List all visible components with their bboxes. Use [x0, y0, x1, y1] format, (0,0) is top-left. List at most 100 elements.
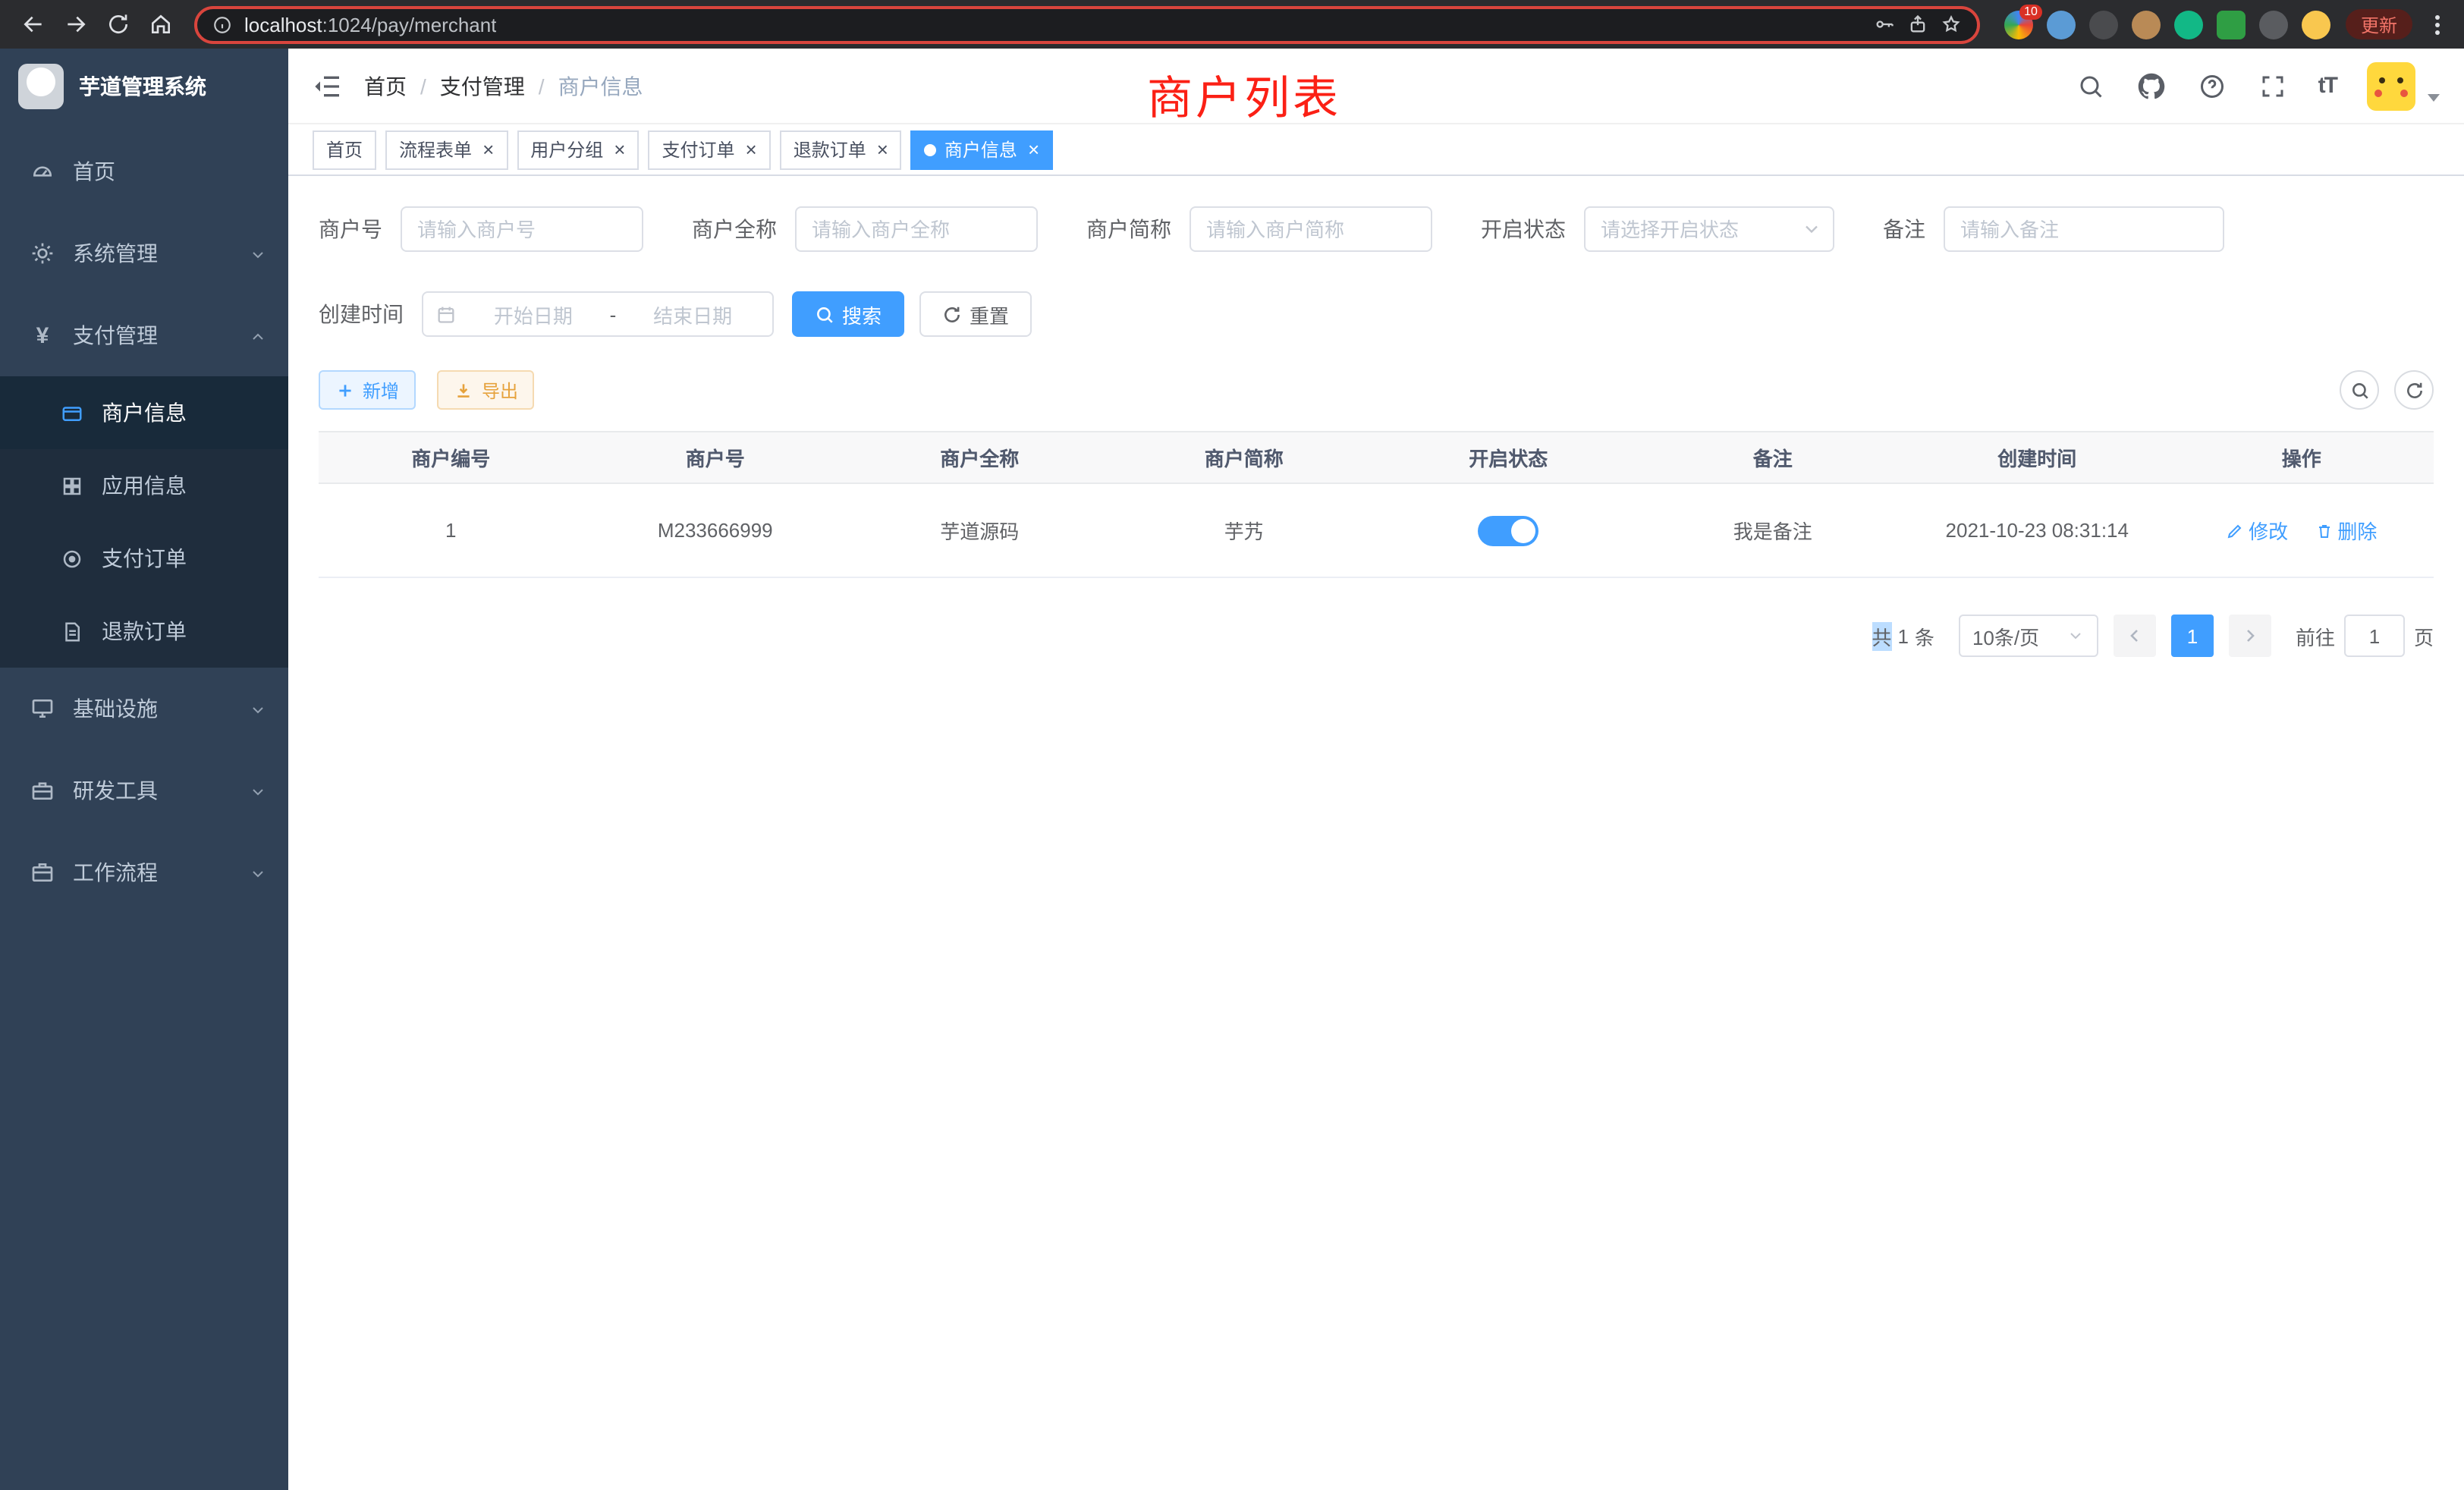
cell-status — [1376, 483, 1641, 577]
screen: localhost:1024/pay/merchant 10 更新 — [0, 0, 2464, 1490]
browser-home-icon[interactable] — [143, 6, 179, 42]
user-avatar[interactable] — [2367, 61, 2415, 110]
short-name-input[interactable] — [1190, 206, 1432, 252]
github-icon[interactable] — [2136, 71, 2167, 101]
cell-merchant-no: M233666999 — [583, 483, 848, 577]
extension-icon-4[interactable] — [2132, 10, 2161, 39]
filter-row-1: 商户号 商户全称 商户简称 开启状态 — [319, 206, 2434, 252]
col-create-time: 创建时间 — [1905, 432, 2170, 483]
tab-home[interactable]: 首页 — [313, 130, 376, 169]
sidebar-subitem-app-info[interactable]: 应用信息 — [0, 449, 288, 522]
extension-icon-7[interactable] — [2259, 10, 2288, 39]
browser-menu-icon[interactable] — [2425, 14, 2449, 34]
start-date-placeholder[interactable]: 开始日期 — [466, 300, 601, 328]
full-name-label: 商户全称 — [692, 214, 777, 244]
close-icon[interactable]: × — [877, 140, 888, 159]
browser-chrome: localhost:1024/pay/merchant 10 更新 — [0, 0, 2464, 49]
tab-pay-order[interactable]: 支付订单 × — [648, 130, 770, 169]
browser-back-icon[interactable] — [15, 6, 52, 42]
pagination: 共 1 条 10条/页 1 前 — [319, 615, 2434, 657]
close-icon[interactable]: × — [614, 140, 625, 159]
page-size-select[interactable]: 10条/页 — [1959, 615, 2098, 657]
table-row: 1 M233666999 芋道源码 芋艿 我是备注 2021-10-23 08:… — [319, 483, 2434, 577]
url-host: localhost — [244, 13, 322, 36]
password-key-icon[interactable] — [1874, 14, 1895, 35]
browser-forward-icon[interactable] — [58, 6, 94, 42]
tab-refund-order[interactable]: 退款订单 × — [780, 130, 902, 169]
help-question-icon[interactable] — [2197, 71, 2227, 101]
status-select[interactable] — [1584, 206, 1834, 252]
delete-button[interactable]: 删除 — [2315, 516, 2377, 545]
sidebar-subitem-merchant-info[interactable]: 商户信息 — [0, 376, 288, 449]
tab-merchant-info[interactable]: 商户信息 × — [911, 130, 1053, 169]
sidebar: 芋道管理系统 首页 系统管理 — [0, 49, 288, 1490]
page-info-icon[interactable] — [212, 14, 232, 34]
extension-icon-2[interactable] — [2047, 10, 2076, 39]
chevron-down-icon — [2066, 627, 2085, 645]
app-logo[interactable]: 芋道管理系统 — [0, 49, 288, 124]
tab-user-group[interactable]: 用户分组 × — [517, 130, 639, 169]
header-search-icon[interactable] — [2076, 71, 2106, 101]
create-time-label: 创建时间 — [319, 299, 404, 329]
tab-process-form[interactable]: 流程表单 × — [385, 130, 508, 169]
browser-reload-icon[interactable] — [100, 6, 137, 42]
goto-page-input[interactable] — [2344, 615, 2405, 657]
sidebar-item-infrastructure[interactable]: 基础设施 — [0, 668, 288, 750]
app-title: 芋道管理系统 — [79, 71, 206, 102]
reset-button[interactable]: 重置 — [919, 291, 1032, 337]
sidebar-item-dev-tools[interactable]: 研发工具 — [0, 750, 288, 831]
extension-icon-1[interactable]: 10 — [2004, 10, 2033, 39]
sidebar-item-system[interactable]: 系统管理 — [0, 212, 288, 294]
bookmark-star-icon[interactable] — [1941, 14, 1962, 35]
sidebar-item-payment[interactable]: ¥ 支付管理 — [0, 294, 288, 376]
extension-icon-6[interactable] — [2217, 10, 2246, 39]
profile-avatar-icon[interactable] — [2302, 10, 2330, 39]
refresh-icon[interactable] — [2394, 370, 2434, 410]
end-date-placeholder[interactable]: 结束日期 — [625, 300, 760, 328]
next-page-button[interactable] — [2229, 615, 2271, 657]
edit-button[interactable]: 修改 — [2226, 516, 2288, 545]
cell-actions: 修改 删除 — [2170, 483, 2434, 577]
cell-full-name: 芋道源码 — [847, 483, 1112, 577]
sidebar-menu: 首页 系统管理 ¥ 支付管理 — [0, 124, 288, 1490]
chevron-down-icon — [249, 863, 267, 882]
prev-page-button[interactable] — [2114, 615, 2156, 657]
cell-create-time: 2021-10-23 08:31:14 — [1905, 483, 2170, 577]
breadcrumb-merchant-info: 商户信息 — [558, 71, 643, 101]
sidebar-item-workflow[interactable]: 工作流程 — [0, 831, 288, 913]
export-button[interactable]: 导出 — [438, 370, 535, 410]
merchant-no-input[interactable] — [401, 206, 643, 252]
remark-input[interactable] — [1944, 206, 2224, 252]
breadcrumb-home[interactable]: 首页 — [364, 71, 407, 101]
sidebar-item-home[interactable]: 首页 — [0, 130, 288, 212]
full-name-input[interactable] — [795, 206, 1038, 252]
col-merchant-no: 商户号 — [583, 432, 848, 483]
font-size-icon[interactable]: tT — [2318, 73, 2337, 99]
address-bar[interactable]: localhost:1024/pay/merchant — [194, 5, 1980, 43]
page-1-button[interactable]: 1 — [2171, 615, 2214, 657]
sidebar-subitem-refund-order[interactable]: 退款订单 — [0, 595, 288, 668]
sidebar-subitem-pay-order[interactable]: 支付订单 — [0, 522, 288, 595]
add-button[interactable]: 新增 — [319, 370, 416, 410]
filter-row-2: 创建时间 开始日期 - 结束日期 搜索 — [319, 291, 2434, 337]
gear-icon — [30, 241, 55, 266]
close-icon[interactable]: × — [482, 140, 494, 159]
extension-icon-3[interactable] — [2089, 10, 2118, 39]
close-icon[interactable]: × — [1028, 140, 1039, 159]
hamburger-fold-icon[interactable] — [313, 71, 343, 101]
close-icon[interactable]: × — [746, 140, 757, 159]
search-button[interactable]: 搜索 — [792, 291, 904, 337]
toggle-search-icon[interactable] — [2340, 370, 2379, 410]
browser-update-button[interactable]: 更新 — [2346, 9, 2412, 39]
share-icon[interactable] — [1907, 14, 1928, 35]
fullscreen-icon[interactable] — [2258, 71, 2288, 101]
avatar-dropdown-caret-icon[interactable] — [2428, 94, 2440, 102]
status-toggle[interactable] — [1478, 515, 1538, 545]
extension-icon-5[interactable] — [2174, 10, 2203, 39]
status-label: 开启状态 — [1481, 214, 1566, 244]
document-icon — [61, 620, 83, 643]
chevron-down-icon — [249, 781, 267, 800]
date-range-picker[interactable]: 开始日期 - 结束日期 — [422, 291, 774, 337]
navbar-actions: tT — [2076, 61, 2440, 110]
breadcrumb-payment[interactable]: 支付管理 — [440, 71, 525, 101]
